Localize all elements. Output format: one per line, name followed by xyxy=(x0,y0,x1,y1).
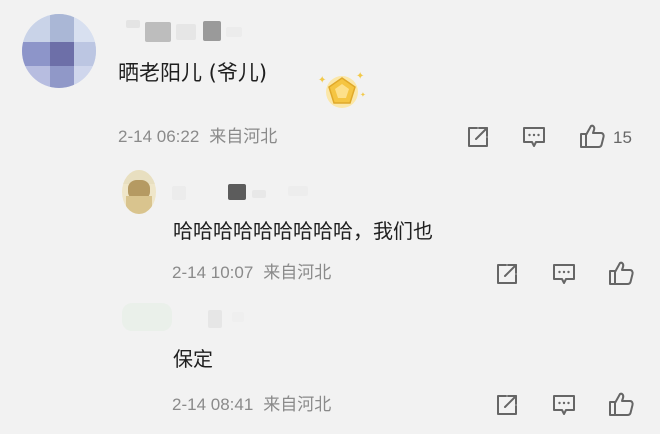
reply-text: 保定 xyxy=(173,347,213,371)
share-icon[interactable] xyxy=(465,124,491,150)
reply-avatar[interactable] xyxy=(122,303,172,331)
comment-icon[interactable] xyxy=(551,261,577,287)
share-icon[interactable] xyxy=(494,392,520,418)
thumbs-up-icon[interactable] xyxy=(607,259,634,285)
thumbs-up-icon[interactable] xyxy=(607,390,634,416)
like-count: 15 xyxy=(613,128,632,147)
reply-avatar[interactable] xyxy=(122,170,156,214)
reply-location: 来自河北 xyxy=(263,263,332,282)
reply-text: 哈哈哈哈哈哈哈哈哈，我们也 xyxy=(173,219,433,243)
share-icon[interactable] xyxy=(494,261,520,287)
commenter-avatar[interactable] xyxy=(22,14,96,88)
reply-time: 2-14 08:41 xyxy=(172,395,254,414)
comment-meta: 2-14 06:22 来自河北 xyxy=(118,126,277,148)
gold-pentagon-badge-icon: ✦ ✦ ✦ xyxy=(318,70,366,110)
comment-icon[interactable] xyxy=(551,392,577,418)
comment-text: 晒老阳儿 (爷儿) xyxy=(118,61,268,85)
comment-location: 来自河北 xyxy=(209,127,278,146)
reply-time: 2-14 10:07 xyxy=(172,263,254,282)
reply-meta: 2-14 08:41 来自河北 xyxy=(172,394,331,416)
thumbs-up-icon[interactable] xyxy=(578,122,605,148)
reply-location: 来自河北 xyxy=(263,395,332,414)
reply-meta: 2-14 10:07 来自河北 xyxy=(172,262,331,284)
comment-time: 2-14 06:22 xyxy=(118,127,200,146)
comment-icon[interactable] xyxy=(521,124,547,150)
